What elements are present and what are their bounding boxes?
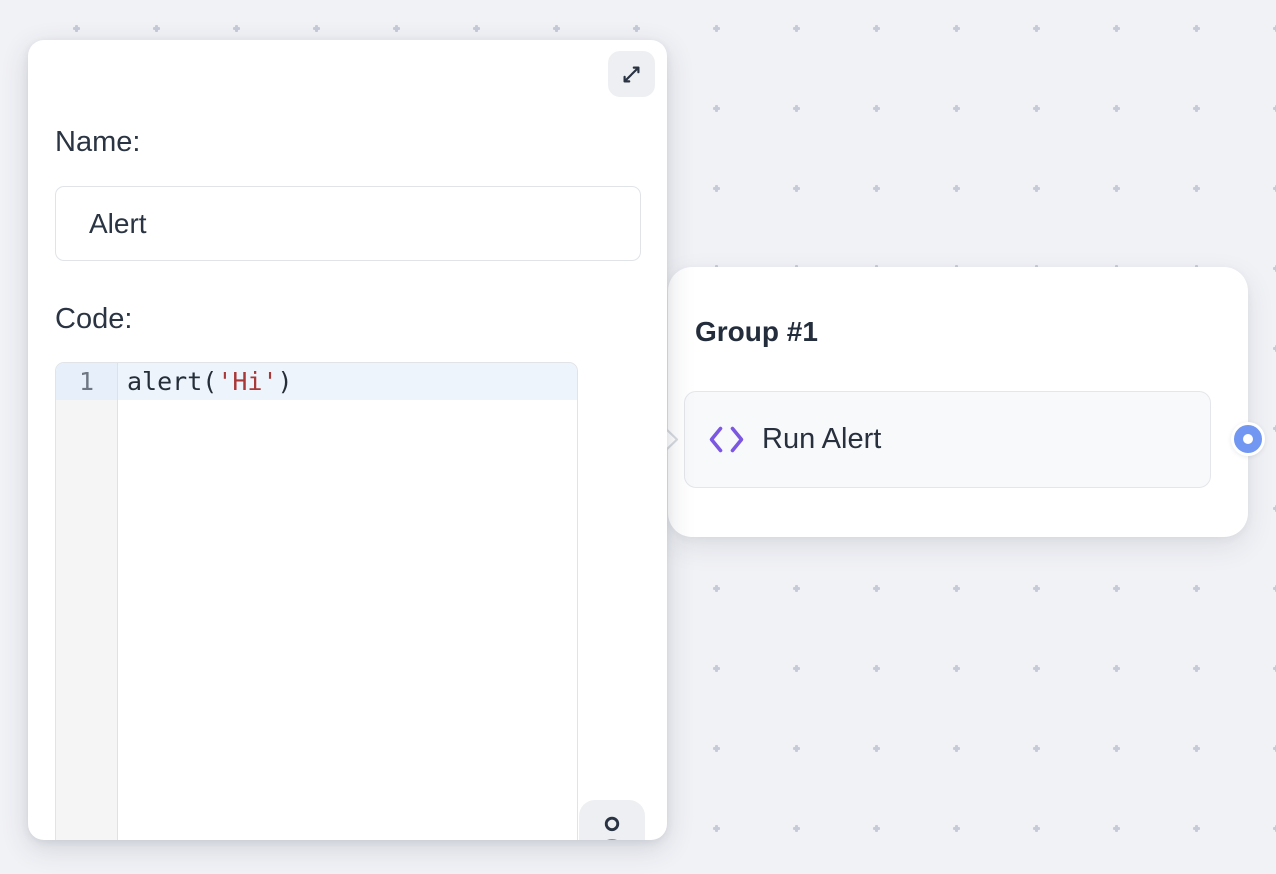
grid-dot bbox=[233, 25, 240, 32]
code-token-plain: ) bbox=[278, 367, 293, 396]
name-label: Name: bbox=[55, 126, 140, 159]
run-node-label: Run Alert bbox=[762, 423, 881, 456]
grid-dot bbox=[1193, 745, 1200, 752]
grid-dot bbox=[313, 25, 320, 32]
grid-dot bbox=[1193, 665, 1200, 672]
grid-dot bbox=[713, 585, 720, 592]
code-editor-gutter: 1 bbox=[56, 363, 118, 840]
grid-dot bbox=[713, 25, 720, 32]
code-editor-content[interactable]: alert('Hi') bbox=[118, 363, 577, 840]
grid-dot bbox=[1193, 825, 1200, 832]
grid-dot bbox=[1273, 345, 1276, 352]
code-editor[interactable]: 1 alert('Hi') bbox=[55, 362, 578, 840]
grid-dot bbox=[873, 105, 880, 112]
grid-dot bbox=[1113, 745, 1120, 752]
grid-dot bbox=[1033, 745, 1040, 752]
grid-dot bbox=[793, 105, 800, 112]
grid-dot bbox=[1273, 265, 1276, 272]
grid-dot bbox=[1033, 25, 1040, 32]
grid-dot bbox=[713, 745, 720, 752]
grid-dot bbox=[1033, 585, 1040, 592]
grid-dot bbox=[1273, 425, 1276, 432]
grid-dot bbox=[1113, 825, 1120, 832]
grid-dot bbox=[953, 585, 960, 592]
grid-dot bbox=[713, 185, 720, 192]
grid-dot bbox=[793, 825, 800, 832]
grid-dot bbox=[953, 105, 960, 112]
grid-dot bbox=[1273, 505, 1276, 512]
grid-dot bbox=[1273, 185, 1276, 192]
grid-dot bbox=[393, 25, 400, 32]
grid-dot bbox=[793, 585, 800, 592]
code-line: alert('Hi') bbox=[118, 363, 577, 400]
grid-dot bbox=[1113, 585, 1120, 592]
grid-dot bbox=[873, 825, 880, 832]
grid-dot bbox=[873, 585, 880, 592]
output-handle-ring bbox=[1234, 425, 1262, 453]
group-title: Group #1 bbox=[695, 316, 818, 348]
grid-dot bbox=[1113, 25, 1120, 32]
grid-dot bbox=[153, 25, 160, 32]
code-token-plain: alert( bbox=[127, 367, 217, 396]
grid-dot bbox=[1273, 585, 1276, 592]
grid-dot bbox=[1273, 745, 1276, 752]
code-icon bbox=[708, 424, 745, 455]
grid-dot bbox=[1273, 25, 1276, 32]
code-token-string: 'Hi' bbox=[217, 367, 277, 396]
line-number: 1 bbox=[56, 363, 117, 400]
grid-dot bbox=[793, 185, 800, 192]
grid-dot bbox=[1273, 105, 1276, 112]
grid-dot bbox=[1193, 25, 1200, 32]
grid-dot bbox=[73, 25, 80, 32]
grid-dot bbox=[553, 25, 560, 32]
grid-dot bbox=[1113, 185, 1120, 192]
expand-button[interactable] bbox=[608, 51, 655, 97]
grid-dot bbox=[793, 665, 800, 672]
person-icon bbox=[597, 815, 627, 840]
grid-dot bbox=[793, 745, 800, 752]
grid-dot bbox=[953, 25, 960, 32]
grid-dot bbox=[1033, 665, 1040, 672]
grid-dot bbox=[873, 745, 880, 752]
grid-dot bbox=[713, 105, 720, 112]
grid-dot bbox=[713, 825, 720, 832]
output-handle[interactable] bbox=[1231, 422, 1265, 456]
grid-dot bbox=[1033, 185, 1040, 192]
grid-dot bbox=[1033, 105, 1040, 112]
grid-dot bbox=[793, 25, 800, 32]
grid-dot bbox=[1113, 665, 1120, 672]
grid-dot bbox=[953, 185, 960, 192]
run-alert-node[interactable]: Run Alert bbox=[684, 391, 1211, 488]
grid-dot bbox=[1273, 825, 1276, 832]
grid-dot bbox=[953, 745, 960, 752]
group-node-card[interactable]: Group #1 Run Alert bbox=[668, 267, 1248, 537]
grid-dot bbox=[473, 25, 480, 32]
account-button[interactable] bbox=[579, 800, 645, 840]
grid-dot bbox=[873, 665, 880, 672]
grid-dot bbox=[1193, 585, 1200, 592]
grid-dot bbox=[633, 25, 640, 32]
grid-dot bbox=[1193, 105, 1200, 112]
grid-dot bbox=[873, 25, 880, 32]
code-label: Code: bbox=[55, 303, 132, 336]
grid-dot bbox=[953, 665, 960, 672]
grid-dot bbox=[1033, 825, 1040, 832]
grid-dot bbox=[953, 825, 960, 832]
grid-dot bbox=[713, 665, 720, 672]
expand-icon bbox=[620, 63, 643, 86]
name-input[interactable] bbox=[55, 186, 641, 261]
grid-dot bbox=[1273, 665, 1276, 672]
grid-dot bbox=[873, 185, 880, 192]
grid-dot bbox=[1113, 105, 1120, 112]
node-editor-panel: Name: Code: 1 alert('Hi') bbox=[28, 40, 667, 840]
grid-dot bbox=[1193, 185, 1200, 192]
